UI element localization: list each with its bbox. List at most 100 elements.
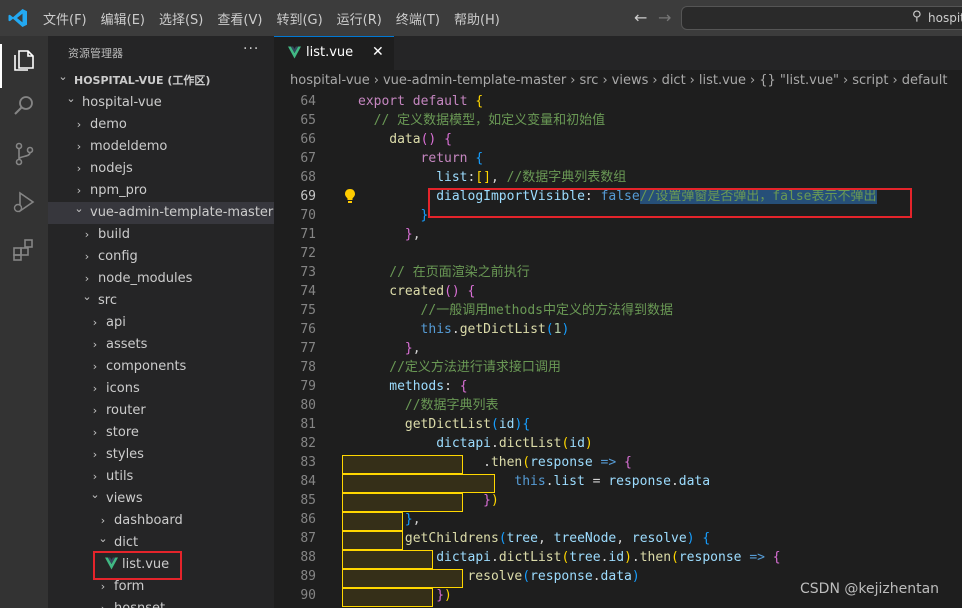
code-line[interactable]: 65 // 定义数据模型，如定义变量和初始值 [274, 111, 962, 130]
code-token: } [404, 512, 413, 527]
code-token: = [584, 474, 609, 489]
tree-folder-item[interactable]: › utils [48, 466, 274, 488]
line-number: 82 [300, 436, 316, 451]
menu-item[interactable]: 帮助(H) [447, 9, 507, 28]
code-token: ( [522, 569, 531, 584]
menu-item[interactable]: 转到(G) [269, 9, 329, 28]
menu-item[interactable]: 文件(F) [36, 9, 94, 28]
source-control-icon[interactable] [10, 140, 38, 168]
breadcrumb-item[interactable]: {} "list.vue" [759, 73, 839, 88]
breadcrumb-item[interactable]: src [579, 73, 598, 88]
code-line[interactable]: 68 list:[], //数据字典列表数组 [274, 168, 962, 187]
tree-folder-item[interactable]: ⌄ HOSPITAL-VUE (工作区) [48, 70, 274, 92]
tree-folder-item[interactable]: › api [48, 312, 274, 334]
code-line[interactable]: 67 return { [274, 149, 962, 168]
code-content: dictapi.dictList(id) [436, 434, 593, 453]
menu-item[interactable]: 编辑(E) [94, 9, 152, 28]
code-line[interactable]: 73 // 在页面渲染之前执行 [274, 263, 962, 282]
explorer-icon[interactable] [10, 46, 38, 74]
vscode-logo-icon [8, 9, 27, 27]
code-line[interactable]: 82 dictapi.dictList(id) [274, 434, 962, 453]
code-content: getDictList(id){ [405, 415, 530, 434]
run-debug-icon[interactable] [10, 188, 38, 216]
extensions-icon[interactable] [10, 236, 38, 264]
code-line[interactable]: 74 created() { [274, 282, 962, 301]
code-token: : [444, 379, 460, 394]
breadcrumb-item[interactable]: vue-admin-template-master [383, 73, 566, 88]
code-line[interactable]: 71}, [274, 225, 962, 244]
menu-item[interactable]: 选择(S) [152, 9, 210, 28]
code-line[interactable]: 77}, [274, 339, 962, 358]
tree-folder-item[interactable]: › router [48, 400, 274, 422]
more-actions-icon[interactable]: ··· [243, 41, 259, 57]
menu-item[interactable]: 运行(R) [330, 9, 389, 28]
line-number: 70 [300, 208, 316, 223]
tree-folder-item[interactable]: ⌄ src [48, 290, 274, 312]
code-line[interactable]: 76 this.getDictList(1) [274, 320, 962, 339]
chevron-right-icon: › [84, 250, 90, 263]
code-line[interactable]: 81 getDictList(id){ [274, 415, 962, 434]
command-center-search[interactable]: ⚲ hospit [681, 6, 962, 30]
close-tab-icon[interactable]: ✕ [372, 44, 384, 60]
tree-folder-item[interactable]: › store [48, 422, 274, 444]
chevron-down-icon: ⌄ [74, 202, 84, 215]
code-line[interactable]: 78 //定义方法进行请求接口调用 [274, 358, 962, 377]
tree-folder-item[interactable]: › demo [48, 114, 274, 136]
code-content: getChildrens(tree, treeNode, resolve) { [405, 529, 710, 548]
code-token: getDictList [404, 417, 491, 432]
highlight-box-line-69 [428, 188, 912, 218]
breadcrumb-item[interactable]: list.vue [699, 73, 746, 88]
code-content: // 在页面渲染之前执行 [389, 263, 529, 282]
watermark: CSDN @kejizhentan [800, 581, 940, 597]
tree-folder-item[interactable]: › config [48, 246, 274, 268]
tree-folder-item[interactable]: › icons [48, 378, 274, 400]
tree-item-label: vue-admin-template-master [90, 205, 274, 220]
breadcrumb-item[interactable]: script [852, 73, 888, 88]
line-number: 75 [300, 303, 316, 318]
tree-folder-item[interactable]: › build [48, 224, 274, 246]
tree-folder-item[interactable]: ⌄ vue-admin-template-master [48, 202, 274, 224]
breadcrumb-item[interactable]: dict [662, 73, 686, 88]
tree-folder-item[interactable]: › dashboard [48, 510, 274, 532]
breadcrumb-separator: › [750, 73, 756, 88]
tree-folder-item[interactable]: › components [48, 356, 274, 378]
tree-item-label: dashboard [114, 513, 183, 528]
lightbulb-icon[interactable] [344, 188, 356, 204]
back-arrow-icon[interactable]: ← [634, 8, 647, 27]
search-sidebar-icon[interactable] [10, 92, 38, 120]
tree-folder-item[interactable]: › hosnset [48, 598, 274, 608]
breadcrumb-separator: › [602, 73, 608, 88]
breadcrumb-item[interactable]: hospital-vue [290, 73, 370, 88]
breadcrumb-item[interactable]: views [612, 73, 649, 88]
chevron-down-icon: ⌄ [82, 290, 92, 303]
code-line[interactable]: 79 methods: { [274, 377, 962, 396]
tree-folder-item[interactable]: ⌄ views [48, 488, 274, 510]
code-token: , [490, 170, 507, 185]
tab-list-vue[interactable]: list.vue ✕ [274, 36, 394, 70]
title-bar: 文件(F) 编辑(E) 选择(S) 查看(V) 转到(G) 运行(R) 终端(T) 帮助(H)… [0, 0, 962, 36]
code-token: { [459, 379, 468, 394]
code-content: created() { [389, 282, 475, 301]
code-line[interactable]: 64 export default { [274, 92, 962, 111]
tree-folder-item[interactable]: ⌄ hospital-vue [48, 92, 274, 114]
tree-folder-item[interactable]: › nodejs [48, 158, 274, 180]
code-line[interactable]: 72 [274, 244, 962, 263]
code-token: id [569, 436, 585, 451]
tree-folder-item[interactable]: › modeldemo [48, 136, 274, 158]
code-line[interactable]: 66 data() { [274, 130, 962, 149]
tree-item-label: build [98, 227, 130, 242]
tree-folder-item[interactable]: › styles [48, 444, 274, 466]
line-number: 88 [300, 550, 316, 565]
breadcrumb: hospital-vue › vue-admin-template-master › s… [290, 70, 962, 92]
breadcrumb-item[interactable]: default [902, 73, 948, 88]
tree-folder-item[interactable]: › assets [48, 334, 274, 356]
menu-item[interactable]: 查看(V) [210, 9, 269, 28]
code-line[interactable]: 80 //数据字典列表 [274, 396, 962, 415]
menu-item[interactable]: 终端(T) [389, 9, 447, 28]
code-token: list [553, 474, 585, 489]
code-token: getDictList [459, 322, 546, 337]
code-token: , [537, 531, 554, 546]
forward-arrow-icon[interactable]: → [658, 8, 671, 27]
code-line[interactable]: 75 //一般调用methods中定义的方法得到数据 [274, 301, 962, 320]
